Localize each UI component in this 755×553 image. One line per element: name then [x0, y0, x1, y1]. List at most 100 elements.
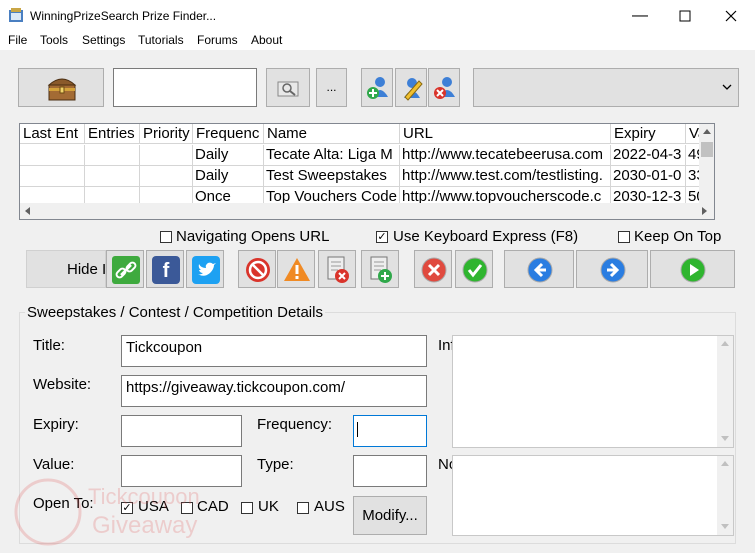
arrow-left-icon: [527, 257, 553, 283]
minimize-icon[interactable]: —: [617, 0, 663, 31]
table-cell[interactable]: Daily: [193, 145, 264, 166]
table-cell[interactable]: [20, 166, 85, 187]
facebook-icon: f: [152, 256, 180, 284]
table-cell[interactable]: [140, 166, 193, 187]
delete-user-icon: [434, 77, 455, 99]
expiry-label: Expiry:: [33, 416, 79, 433]
add-user-icon: [367, 77, 388, 99]
use-keyboard-express-checkbox[interactable]: ✓: [376, 231, 388, 243]
search-button[interactable]: [266, 68, 310, 107]
table-cell[interactable]: 2030-01-0: [611, 166, 686, 187]
search-more-button[interactable]: ...: [316, 68, 347, 107]
table-cell[interactable]: Test Sweepstakes: [264, 166, 400, 187]
column-header-frequency[interactable]: Frequenc: [193, 124, 264, 144]
go-button[interactable]: [650, 250, 735, 288]
column-header-last-entry[interactable]: Last Ent: [20, 124, 85, 144]
menu-file[interactable]: File: [8, 33, 27, 47]
menu-tools[interactable]: Tools: [40, 33, 68, 47]
menu-settings[interactable]: Settings: [82, 33, 125, 47]
modify-button[interactable]: Modify...: [353, 496, 427, 535]
menu-about[interactable]: About: [251, 33, 282, 47]
facebook-button[interactable]: f: [146, 250, 184, 288]
horizontal-scrollbar[interactable]: [20, 203, 714, 219]
open-to-uk-checkbox[interactable]: [241, 502, 253, 514]
hide-button[interactable]: Hide I: [26, 250, 106, 288]
warning-button[interactable]: [277, 250, 315, 288]
website-field[interactable]: https://giveaway.tickcoupon.com/: [121, 375, 427, 407]
open-to-aus-label: AUS: [314, 498, 345, 515]
edit-user-button[interactable]: [395, 68, 427, 107]
no-entry-icon: [246, 258, 270, 282]
menu-tutorials[interactable]: Tutorials: [138, 33, 184, 47]
delete-user-button[interactable]: [428, 68, 460, 107]
notes-textarea[interactable]: [452, 455, 734, 536]
title-field[interactable]: Tickcoupon: [121, 335, 427, 367]
scroll-up-icon[interactable]: [721, 461, 729, 467]
scrollbar-thumb[interactable]: [701, 142, 713, 157]
sweepstakes-table[interactable]: Last Ent Entries Priority Frequenc Name …: [19, 123, 715, 220]
next-button[interactable]: [576, 250, 648, 288]
table-cell[interactable]: [85, 145, 140, 166]
scroll-right-icon[interactable]: [702, 207, 708, 215]
warning-icon: [284, 258, 310, 281]
table-cell[interactable]: Daily: [193, 166, 264, 187]
open-to-aus-checkbox[interactable]: [297, 502, 309, 514]
open-to-usa-label: USA: [138, 498, 169, 515]
close-icon[interactable]: [708, 0, 754, 31]
table-cell[interactable]: [20, 145, 85, 166]
navigating-opens-url-checkbox[interactable]: [160, 231, 172, 243]
keep-on-top-checkbox[interactable]: [618, 231, 630, 243]
table-cell[interactable]: [85, 166, 140, 187]
treasure-chest-button[interactable]: [18, 68, 104, 107]
title-label: Title:: [33, 337, 65, 354]
column-header-entries[interactable]: Entries: [85, 124, 140, 144]
previous-button[interactable]: [504, 250, 574, 288]
magnifier-icon: [277, 81, 299, 97]
delete-document-button[interactable]: [318, 250, 356, 288]
copy-link-button[interactable]: [106, 250, 144, 288]
edit-user-icon: [404, 78, 423, 101]
reject-button[interactable]: [414, 250, 452, 288]
open-to-cad-checkbox[interactable]: [181, 502, 193, 514]
hide-button-label: Hide I: [67, 261, 107, 278]
column-header-expiry[interactable]: Expiry: [611, 124, 686, 144]
search-input[interactable]: [113, 68, 257, 107]
frequency-field[interactable]: [353, 415, 427, 447]
open-to-cad-label: CAD: [197, 498, 229, 515]
table-cell[interactable]: http://www.test.com/testlisting.: [400, 166, 611, 187]
column-header-url[interactable]: URL: [400, 124, 611, 144]
accept-button[interactable]: [455, 250, 493, 288]
column-header-priority[interactable]: Priority: [140, 124, 193, 144]
details-group-title: Sweepstakes / Contest / Competition Deta…: [25, 304, 325, 321]
vertical-scrollbar[interactable]: [699, 124, 714, 203]
keep-on-top-label: Keep On Top: [634, 228, 722, 245]
expiry-field[interactable]: [121, 415, 242, 447]
info-textarea[interactable]: [452, 335, 734, 448]
add-document-button[interactable]: [361, 250, 399, 288]
stop-button[interactable]: [238, 250, 276, 288]
twitter-icon: [192, 256, 220, 284]
table-cell[interactable]: Tecate Alta: Liga M: [264, 145, 400, 166]
value-field[interactable]: [121, 455, 242, 487]
twitter-button[interactable]: [186, 250, 224, 288]
column-header-name[interactable]: Name: [264, 124, 400, 144]
scroll-up-icon[interactable]: [721, 341, 729, 347]
table-cell[interactable]: 2022-04-3: [611, 145, 686, 166]
scroll-up-icon[interactable]: [703, 129, 711, 135]
table-cell[interactable]: http://www.tecatebeerusa.com: [400, 145, 611, 166]
scroll-down-icon[interactable]: [721, 524, 729, 530]
open-to-usa-checkbox[interactable]: ✓: [121, 502, 133, 514]
scrollbar-track[interactable]: [37, 205, 695, 217]
chevron-down-icon: [722, 84, 732, 90]
menu-forums[interactable]: Forums: [197, 33, 238, 47]
table-cell[interactable]: [140, 145, 193, 166]
add-user-button[interactable]: [361, 68, 393, 107]
scroll-left-icon[interactable]: [25, 207, 31, 215]
type-field[interactable]: [353, 455, 427, 487]
navigating-opens-url-label: Navigating Opens URL: [176, 228, 330, 245]
filter-select[interactable]: [473, 68, 739, 107]
notes-scrollbar[interactable]: [717, 456, 733, 535]
maximize-icon[interactable]: [662, 0, 708, 31]
scroll-down-icon[interactable]: [721, 436, 729, 442]
info-scrollbar[interactable]: [717, 336, 733, 447]
